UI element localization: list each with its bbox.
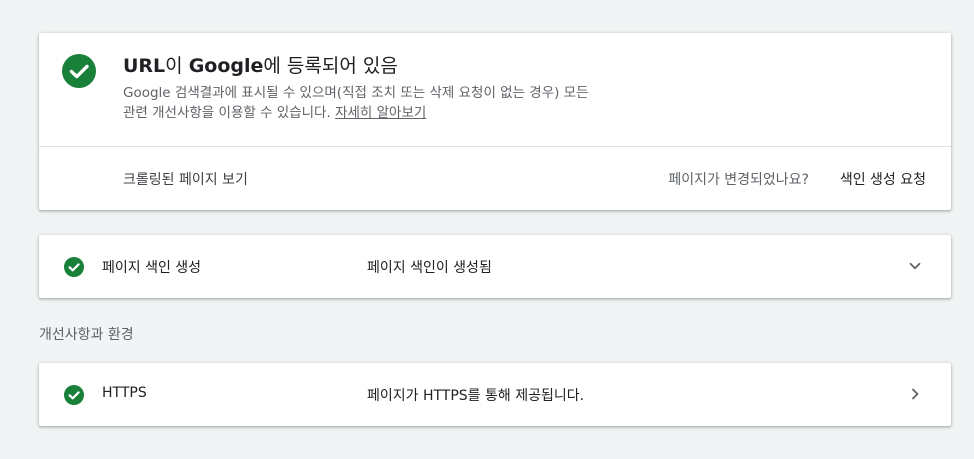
status-description-line2: 관련 개선사항을 이용할 수 있습니다. 자세히 알아보기 [123, 103, 723, 123]
status-description-line1: Google 검색결과에 표시될 수 있으며(직접 조치 또는 삭제 요청이 없… [123, 85, 589, 101]
status-description-line2-text: 관련 개선사항을 이용할 수 있습니다. [123, 105, 331, 121]
page-indexing-row[interactable]: 페이지 색인 생성 페이지 색인이 생성됨 [39, 235, 951, 298]
status-title-url: URL [123, 55, 166, 77]
page-indexing-value: 페이지 색인이 생성됨 [367, 260, 492, 276]
request-indexing-button[interactable]: 색인 생성 요청 [840, 169, 926, 189]
enhancements-heading: 개선사항과 환경 [39, 327, 134, 343]
status-title-particle: 이 [165, 55, 189, 77]
check-circle-icon [64, 257, 84, 277]
url-status-card: URL이 Google에 등록되어 있음 Google 검색결과에 표시될 수 … [39, 33, 951, 210]
check-circle-icon [64, 385, 84, 405]
status-title-suffix: 에 등록되어 있음 [263, 55, 398, 77]
card-divider [39, 146, 951, 147]
https-row[interactable]: HTTPS 페이지가 HTTPS를 통해 제공됩니다. [39, 363, 951, 426]
status-description: Google 검색결과에 표시될 수 있으며(직접 조치 또는 삭제 요청이 없… [123, 83, 723, 123]
chevron-down-icon[interactable] [907, 258, 923, 274]
view-crawled-page-button[interactable]: 크롤링된 페이지 보기 [123, 169, 248, 189]
page-indexing-label: 페이지 색인 생성 [102, 260, 202, 276]
https-value: 페이지가 HTTPS를 통해 제공됩니다. [367, 388, 585, 404]
chevron-right-icon[interactable] [907, 386, 923, 402]
learn-more-link[interactable]: 자세히 알아보기 [335, 105, 426, 121]
page-changed-question: 페이지가 변경되었나요? [668, 172, 809, 188]
https-label: HTTPS [102, 385, 147, 401]
check-circle-icon [62, 54, 96, 88]
status-title: URL이 Google에 등록되어 있음 [123, 51, 398, 78]
status-title-brand: Google [188, 55, 264, 77]
